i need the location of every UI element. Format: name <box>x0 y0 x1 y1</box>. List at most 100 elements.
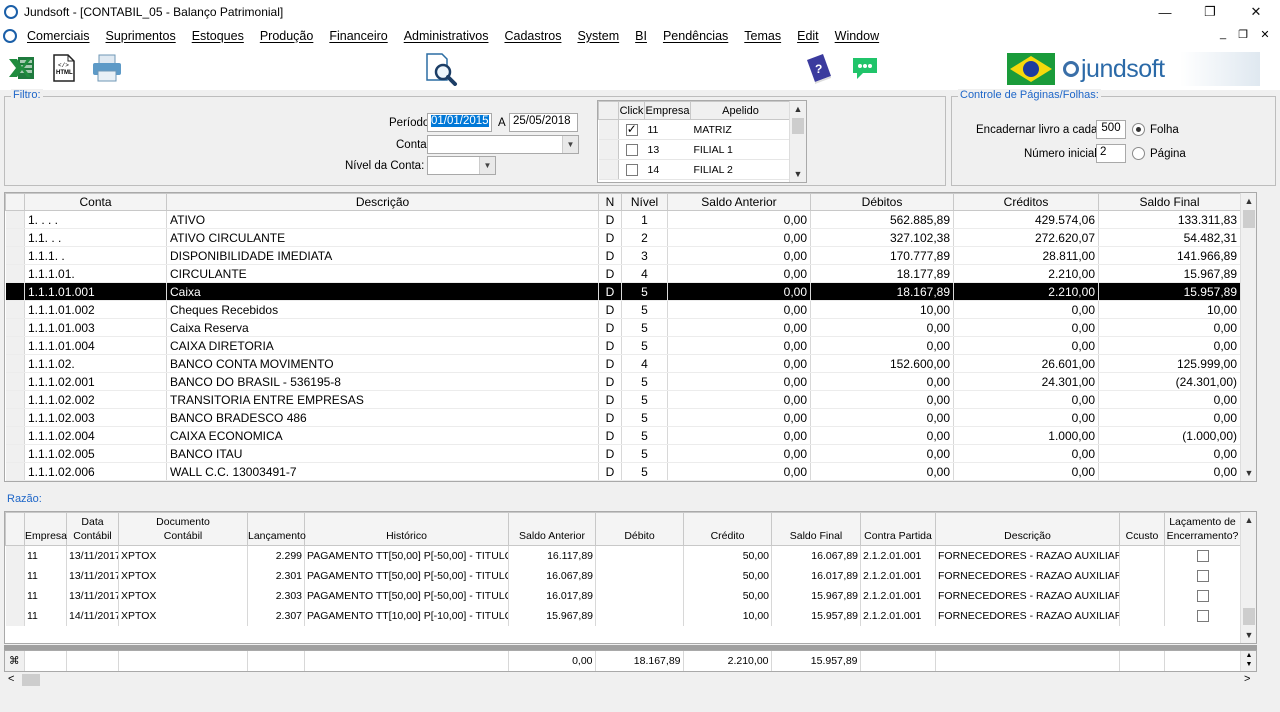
scroll-thumb[interactable] <box>22 674 40 686</box>
row-indicator[interactable] <box>5 336 25 355</box>
encerramento-checkbox[interactable] <box>1196 569 1209 582</box>
empresa-row[interactable]: 13 FILIAL 1 <box>598 139 791 160</box>
razao-scrollbar[interactable]: ▲ ▼ <box>1240 512 1256 643</box>
scroll-up-icon[interactable]: ▲ <box>1241 512 1256 528</box>
row-indicator[interactable] <box>598 139 619 160</box>
pagina-radio[interactable] <box>1132 147 1145 160</box>
encerramento-checkbox[interactable] <box>1196 589 1209 602</box>
html-icon[interactable]: HTML </> <box>52 53 76 83</box>
minimize-button[interactable]: — <box>1142 0 1188 24</box>
close-button[interactable]: ✕ <box>1233 0 1279 24</box>
totals-spinner[interactable]: ▲ ▼ <box>1240 651 1256 671</box>
row-indicator[interactable] <box>5 585 25 606</box>
table-row[interactable]: 1.1.1.02.003 BANCO BRADESCO 486 D 5 0,00 0,00… <box>5 408 1241 427</box>
chat-icon[interactable] <box>850 54 880 82</box>
menu-comerciais[interactable]: Comerciais <box>19 29 98 43</box>
table-row[interactable]: 1.1.1.01.004 CAIXA DIRETORIA D 5 0,00 0,00 0,0… <box>5 336 1241 355</box>
balanco-scrollbar[interactable]: ▲ ▼ <box>1240 193 1256 481</box>
scroll-right-icon[interactable]: > <box>1244 673 1250 685</box>
periodo-end-input[interactable]: 25/05/2018 <box>509 113 578 132</box>
scroll-down-icon[interactable]: ▼ <box>1241 465 1256 481</box>
numero-inicial-input[interactable]: 2 <box>1096 144 1126 163</box>
menu-suprimentos[interactable]: Suprimentos <box>98 29 184 43</box>
col-nivel[interactable]: Nível <box>621 193 668 211</box>
table-row[interactable]: 1.1.1.02. BANCO CONTA MOVIMENTO D 4 0,00 152.… <box>5 354 1241 373</box>
row-indicator[interactable] <box>5 408 25 427</box>
row-indicator[interactable] <box>5 390 25 409</box>
brazil-flag-icon[interactable] <box>1006 51 1056 87</box>
col-saldo-final[interactable]: Saldo Final <box>771 512 861 546</box>
encerramento-checkbox[interactable] <box>1196 549 1209 562</box>
chevron-down-icon[interactable]: ▼ <box>562 136 578 153</box>
empresa-row[interactable]: 11 MATRIZ <box>598 119 791 140</box>
scroll-thumb[interactable] <box>1243 210 1255 228</box>
help-book-icon[interactable]: ? <box>803 52 835 84</box>
menu-administrativos[interactable]: Administrativos <box>396 29 497 43</box>
horizontal-scrollbar[interactable]: < > <box>4 672 1257 689</box>
table-row[interactable]: 1.1.1.01.003 Caixa Reserva D 5 0,00 0,00 0,00 0… <box>5 318 1241 337</box>
col-documento-contabil[interactable]: Documento Contábil <box>118 512 248 546</box>
col-apelido[interactable]: Apelido <box>690 101 791 120</box>
row-indicator[interactable] <box>5 565 25 586</box>
mdi-close-button[interactable]: ✕ <box>1258 28 1272 41</box>
menu-financeiro[interactable]: Financeiro <box>321 29 395 43</box>
menu-producao[interactable]: Produção <box>252 29 322 43</box>
row-indicator[interactable] <box>598 159 619 180</box>
row-indicator[interactable] <box>5 545 25 566</box>
table-row[interactable]: 1. . . . ATIVO D 1 0,00 562.885,89 429.574,06 1… <box>5 210 1241 229</box>
col-click[interactable]: Click <box>618 101 645 120</box>
nivel-conta-select[interactable]: ▼ <box>427 156 496 175</box>
scroll-down-icon[interactable]: ▼ <box>1241 627 1256 643</box>
row-indicator[interactable] <box>5 605 25 626</box>
mdi-restore-button[interactable]: ❐ <box>1236 28 1250 41</box>
row-indicator[interactable] <box>5 354 25 373</box>
col-descricao[interactable]: Descrição <box>166 193 599 211</box>
table-row[interactable]: 1.1.1.01.002 Cheques Recebidos D 5 0,00 10,00… <box>5 300 1241 319</box>
menu-system[interactable]: System <box>569 29 627 43</box>
row-indicator[interactable] <box>5 246 25 265</box>
table-row[interactable]: 1.1.1.02.005 BANCO ITAU D 5 0,00 0,00 0,00 0,00 <box>5 444 1241 463</box>
scroll-left-icon[interactable]: < <box>8 673 14 685</box>
col-lancamento[interactable]: Lançamento <box>247 512 306 546</box>
table-row[interactable]: 1.1.1.02.002 TRANSITORIA ENTRE EMPRESAS D 5… <box>5 390 1241 409</box>
mdi-app-icon[interactable] <box>3 28 17 43</box>
table-row[interactable]: 1.1.1.02.004 CAIXA ECONOMICA D 5 0,00 0,00 1.0… <box>5 426 1241 445</box>
col-saldo-final[interactable]: Saldo Final <box>1098 193 1241 211</box>
conta-select[interactable]: ▼ <box>427 135 579 154</box>
row-indicator[interactable] <box>5 210 25 229</box>
periodo-start-input[interactable]: 01/01/2015 <box>427 113 492 132</box>
folha-radio[interactable] <box>1132 123 1145 136</box>
menu-estoques[interactable]: Estoques <box>184 29 252 43</box>
mdi-minimize-button[interactable]: _ <box>1216 28 1230 40</box>
col-descricao[interactable]: Descrição <box>935 512 1120 546</box>
table-row[interactable]: 11 13/11/2017 XPTOX 2.299 PAGAMENTO TT[50,00… <box>5 545 1241 566</box>
menu-cadastros[interactable]: Cadastros <box>496 29 569 43</box>
col-contra-partida[interactable]: Contra Partida <box>860 512 936 546</box>
table-row[interactable]: 1.1.1.01. CIRCULANTE D 4 0,00 18.177,89 2.210,… <box>5 264 1241 283</box>
col-debito[interactable]: Débito <box>595 512 684 546</box>
scroll-up-icon[interactable]: ▲ <box>1241 193 1256 209</box>
col-creditos[interactable]: Créditos <box>953 193 1099 211</box>
row-indicator[interactable] <box>5 426 25 445</box>
col-credito[interactable]: Crédito <box>683 512 772 546</box>
row-indicator[interactable] <box>5 282 25 301</box>
empresa-checkbox[interactable] <box>625 143 638 156</box>
row-indicator[interactable] <box>5 264 25 283</box>
empresa-row[interactable]: 14 FILIAL 2 <box>598 159 791 180</box>
row-indicator[interactable] <box>598 119 619 140</box>
menu-pendencias[interactable]: Pendências <box>655 29 736 43</box>
table-row[interactable]: 11 13/11/2017 XPTOX 2.301 PAGAMENTO TT[50,00… <box>5 565 1241 586</box>
maximize-button[interactable]: ❐ <box>1187 0 1233 24</box>
col-ccusto[interactable]: Ccusto <box>1119 512 1165 546</box>
row-indicator[interactable] <box>5 372 25 391</box>
col-debitos[interactable]: Débitos <box>810 193 954 211</box>
menu-bi[interactable]: BI <box>627 29 655 43</box>
encadernar-input[interactable]: 500 <box>1096 120 1126 139</box>
spin-up-icon[interactable]: ▲ <box>1241 651 1256 660</box>
col-saldo-anterior[interactable]: Saldo Anterior <box>508 512 596 546</box>
table-row[interactable]: 1.1.1.01.001 Caixa D 5 0,00 18.167,89 2.210,00… <box>5 282 1241 301</box>
col-saldo-anterior[interactable]: Saldo Anterior <box>667 193 811 211</box>
col-encerramento[interactable]: Laçamento de Encerramento? <box>1164 512 1241 546</box>
table-row[interactable]: 1.1.1.02.001 BANCO DO BRASIL - 536195-8 D 5… <box>5 372 1241 391</box>
empresas-scrollbar[interactable]: ▲ ▼ <box>789 101 806 182</box>
